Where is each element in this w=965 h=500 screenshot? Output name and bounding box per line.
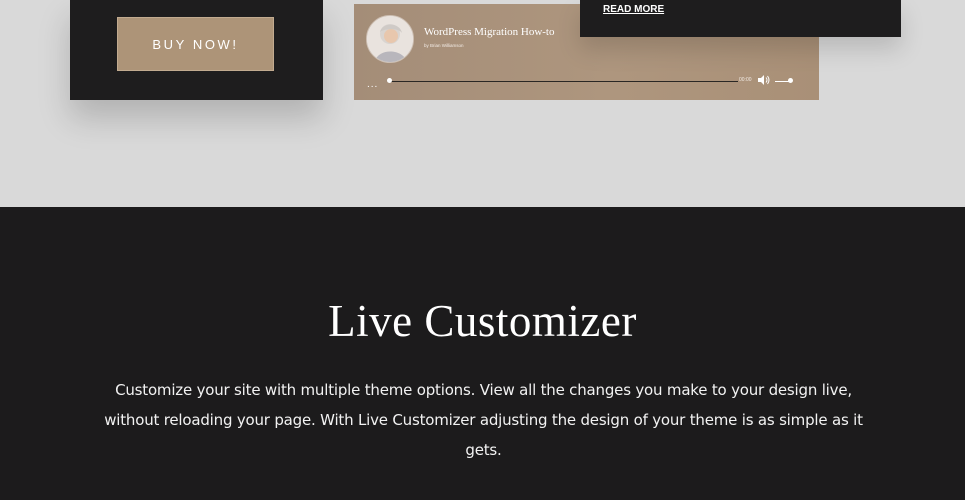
- track-title: WordPress Migration How-to: [424, 26, 555, 38]
- progress-handle[interactable]: [387, 78, 392, 83]
- top-section: BUY NOW! WordPress Migration How-to by B…: [0, 0, 965, 207]
- portrait-avatar-icon: [367, 16, 413, 62]
- live-customizer-section: Live Customizer Customize your site with…: [0, 207, 965, 500]
- read-more-link[interactable]: READ MORE: [603, 4, 664, 15]
- author-avatar: [366, 15, 414, 63]
- volume-handle[interactable]: [788, 78, 793, 83]
- section-description: Customize your site with multiple theme …: [104, 381, 863, 459]
- post-card: READ MORE: [580, 0, 901, 37]
- more-options-button[interactable]: ...: [367, 80, 378, 90]
- track-author: by Brian Williamson: [424, 43, 464, 48]
- progress-bar[interactable]: [388, 80, 738, 82]
- time-display: 00:00: [739, 77, 752, 83]
- section-title: Live Customizer: [328, 296, 637, 346]
- pricing-card: BUY NOW!: [70, 0, 323, 100]
- buy-now-button[interactable]: BUY NOW!: [117, 17, 274, 71]
- volume-icon[interactable]: [758, 75, 770, 85]
